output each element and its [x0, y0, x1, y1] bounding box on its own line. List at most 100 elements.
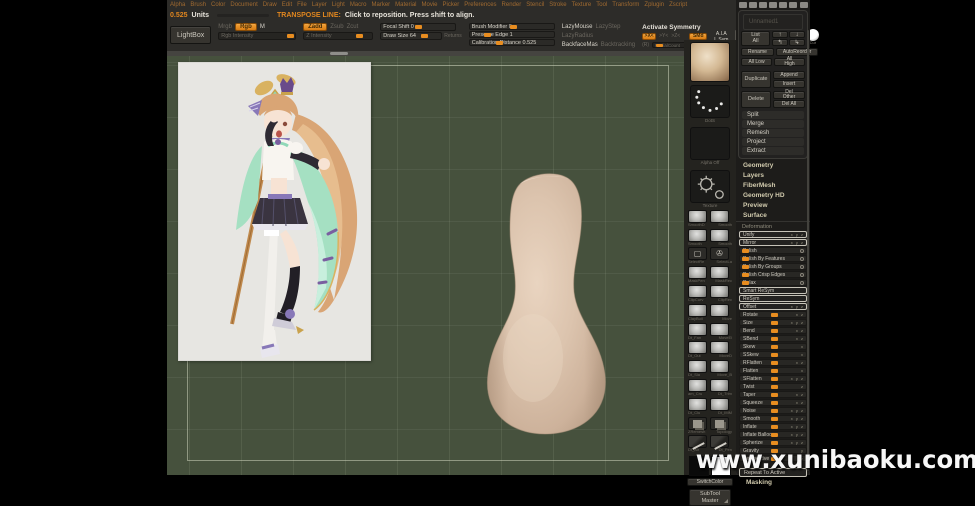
axis-toggles[interactable]: x y z	[791, 409, 804, 413]
axis-toggles[interactable]: x y z	[791, 305, 804, 309]
menu-item-layer[interactable]: Layer	[312, 2, 327, 10]
zcut-toggle[interactable]: Zcut	[347, 24, 359, 30]
menu-item-picker[interactable]: Picker	[443, 2, 460, 10]
deform-inflate-balloon[interactable]: Inflate Balloonx y z	[739, 431, 807, 438]
deform-mirror[interactable]: Mirrorx y z	[739, 239, 807, 246]
symmetry-y-toggle[interactable]: >Y<	[659, 33, 668, 39]
polish-mode-toggle[interactable]	[800, 257, 804, 261]
list-all-button[interactable]: List All	[741, 31, 770, 46]
menu-item-alpha[interactable]: Alpha	[170, 2, 185, 10]
axis-toggles[interactable]: x z	[796, 401, 804, 405]
deform-sbend[interactable]: SBendx z	[739, 335, 807, 342]
slider-handle[interactable]	[771, 353, 778, 357]
slider-handle[interactable]	[771, 369, 778, 373]
deform-offset[interactable]: Offsetx y z	[739, 303, 807, 310]
axis-toggles[interactable]: x	[801, 369, 804, 373]
calibration-distance-slider[interactable]: Calibration Distance 0.525	[469, 39, 555, 46]
corner-icon[interactable]	[800, 2, 808, 8]
del-other-button[interactable]: Del Other	[773, 91, 805, 99]
menu-item-light[interactable]: Light	[332, 2, 345, 10]
remesh-button[interactable]: Remesh	[742, 129, 804, 137]
all-low-button[interactable]: All Low	[741, 58, 772, 66]
deform-squeeze[interactable]: Squeezex z	[739, 399, 807, 406]
sculpt-canvas[interactable]	[167, 56, 684, 475]
menu-item-zplugin[interactable]: Zplugin	[644, 2, 664, 10]
slider-handle[interactable]	[771, 329, 778, 333]
menu-item-macro[interactable]: Macro	[350, 2, 367, 10]
slider-handle[interactable]	[742, 249, 749, 253]
delete-button[interactable]: Delete	[741, 91, 771, 108]
deform-noise[interactable]: Noisex y z	[739, 407, 807, 414]
axis-toggles[interactable]: x y z	[791, 321, 804, 325]
symmetry-x-toggle[interactable]: >X<	[642, 33, 656, 40]
doc-icon[interactable]	[769, 2, 777, 8]
deform-polish-crisp-edges[interactable]: Polish Crisp Edges	[739, 271, 807, 278]
section-preview[interactable]: Preview	[736, 200, 810, 210]
deform-sskew[interactable]: SSkewx	[739, 351, 807, 358]
brush-thumb-topology[interactable]	[710, 417, 729, 430]
axis-toggles[interactable]: x z	[796, 393, 804, 397]
backtracking-toggle[interactable]: Backtracking	[601, 42, 635, 48]
split-button[interactable]: Split	[742, 111, 804, 119]
slider-handle[interactable]	[771, 321, 778, 325]
axis-toggles[interactable]: x z	[796, 313, 804, 317]
axis-toggles[interactable]: x y z	[791, 241, 804, 245]
menu-item-document[interactable]: Document	[230, 2, 257, 10]
slider-handle[interactable]	[771, 377, 778, 381]
brush-thumb-smoothd[interactable]	[688, 210, 707, 223]
brush-thumb-smooth[interactable]	[710, 229, 729, 242]
symmetry-z-toggle[interactable]: >Z<	[671, 33, 680, 39]
menu-item-tool[interactable]: Tool	[596, 2, 607, 10]
draw-size-slider[interactable]: Draw Size 64	[380, 32, 442, 40]
subtool-list-item[interactable]: Unnamed1	[743, 14, 803, 30]
brush-thumb-zremesh[interactable]	[688, 417, 707, 430]
polish-mode-toggle[interactable]	[800, 249, 804, 253]
slider-handle[interactable]	[771, 385, 778, 389]
eye-icon[interactable]	[759, 2, 767, 8]
section-layers[interactable]: Layers	[736, 170, 810, 180]
focal-shift-slider[interactable]: Focal Shift 0	[380, 23, 456, 31]
deform-smart-resym[interactable]: Smart ReSym	[739, 287, 807, 294]
deform-sflatten[interactable]: SFlattenx y z	[739, 375, 807, 382]
tray-scrollbar[interactable]	[807, 30, 809, 471]
autoreorder-button[interactable]: AutoReorder	[776, 48, 818, 56]
slider-handle[interactable]	[771, 337, 778, 341]
pen-icon[interactable]	[749, 2, 757, 8]
brush-icon[interactable]	[739, 2, 747, 8]
project-button[interactable]: Project	[742, 138, 804, 146]
grid-icon[interactable]	[779, 2, 787, 8]
section-geometry[interactable]: Geometry	[736, 160, 810, 170]
mrgb-toggle[interactable]: Mrgb	[218, 24, 232, 30]
menu-item-preferences[interactable]: Preferences	[464, 2, 496, 10]
lazyradius-slider[interactable]: LazyRadius	[562, 33, 593, 39]
brush-thumb-dt_clu[interactable]	[688, 398, 707, 411]
menu-item-color[interactable]: Color	[211, 2, 225, 10]
axis-toggles[interactable]: x z	[796, 361, 804, 365]
lightbox-button[interactable]: LightBox	[170, 26, 211, 44]
section-geometry-hd[interactable]: Geometry HD	[736, 190, 810, 200]
current-material-thumb[interactable]	[690, 42, 730, 82]
preserve-edge-slider[interactable]: Preserve Edge 1	[469, 31, 555, 38]
menu-item-zscript[interactable]: Zscript	[669, 2, 687, 10]
polish-mode-toggle[interactable]	[800, 265, 804, 269]
deform-polish-by-groups[interactable]: Polish By Groups	[739, 263, 807, 270]
menu-item-edit[interactable]: Edit	[282, 2, 292, 10]
menu-item-render[interactable]: Render	[502, 2, 522, 10]
current-texture-thumb[interactable]	[690, 170, 730, 203]
dots-icon[interactable]	[789, 2, 797, 8]
z-intensity-slider[interactable]: Z Intensity	[303, 32, 373, 40]
axis-toggles[interactable]: x z	[796, 329, 804, 333]
deform-resym[interactable]: ReSym	[739, 295, 807, 302]
rgb-intensity-slider[interactable]: Rgb Intensity	[218, 32, 296, 40]
shuffle-up-button[interactable]: ↰	[772, 39, 788, 46]
insert-button[interactable]: Insert	[773, 80, 805, 88]
slider-handle[interactable]	[771, 425, 778, 429]
all-high-button[interactable]: All High	[774, 58, 805, 66]
slider-handle[interactable]	[771, 409, 778, 413]
deform-taper[interactable]: Taperx z	[739, 391, 807, 398]
deform-flatten[interactable]: Flattenx	[739, 367, 807, 374]
move-down-button[interactable]: ↓	[789, 31, 805, 38]
subtool-master-button[interactable]: SubTool Master	[689, 489, 731, 506]
polish-mode-toggle[interactable]	[800, 281, 804, 285]
current-stroke-thumb[interactable]	[690, 85, 730, 118]
